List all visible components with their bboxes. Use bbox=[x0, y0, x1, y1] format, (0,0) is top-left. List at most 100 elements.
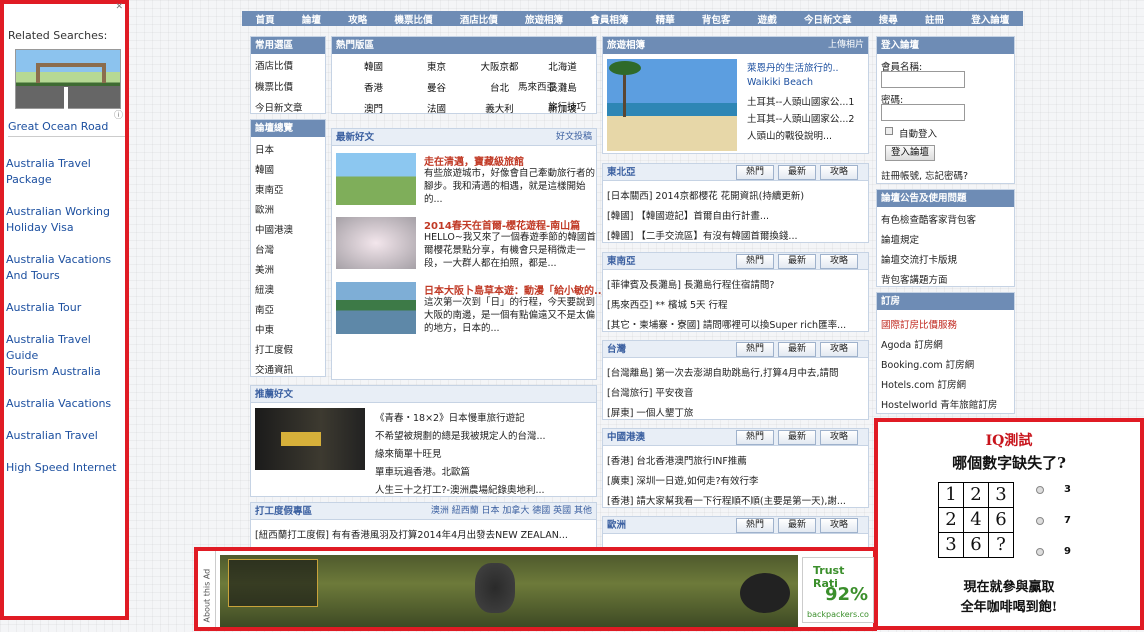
tab-latest[interactable]: 最新 bbox=[778, 518, 816, 533]
nav-item-hotels[interactable]: 酒店比價 bbox=[460, 12, 498, 26]
great-ocean-road-image[interactable] bbox=[15, 49, 121, 109]
tab-latest[interactable]: 最新 bbox=[778, 254, 816, 269]
search-link[interactable]: Australia Tour bbox=[6, 300, 124, 316]
nav-item-backpacker[interactable]: 背包客 bbox=[702, 12, 731, 26]
search-link[interactable]: Australian Working Holiday Visa bbox=[6, 204, 124, 236]
recommend-link[interactable]: 緣來簡單十旺見 bbox=[375, 446, 442, 460]
forum-link[interactable]: 中國港澳 bbox=[255, 222, 293, 236]
hot-link[interactable]: 曼谷 bbox=[405, 80, 468, 94]
search-link[interactable]: Australia Travel Package bbox=[6, 156, 124, 188]
password-input[interactable] bbox=[881, 104, 965, 121]
hotel-link[interactable]: Hostelworld 青年旅館訂房 bbox=[881, 397, 997, 411]
tab-guide[interactable]: 攻略 bbox=[820, 430, 858, 445]
hot-link[interactable]: 東京 bbox=[405, 59, 468, 73]
info-icon[interactable]: ⓘ bbox=[114, 108, 123, 121]
answer-radio[interactable] bbox=[1036, 517, 1044, 525]
article-title[interactable]: 走在清邁，寶藏級旅館 bbox=[424, 153, 524, 168]
nav-item-featured[interactable]: 精華 bbox=[656, 12, 675, 26]
album-link[interactable]: 萊恩丹的生活旅行的.. bbox=[747, 60, 839, 74]
album-link[interactable]: 土耳其--人頭山國家公...1 bbox=[747, 94, 854, 108]
iq-test-ad[interactable]: IQ測試 哪個數字缺失了? 1 2 3 2 4 6 3 6 ? 3 7 9 現在… bbox=[874, 418, 1144, 630]
tab-latest[interactable]: 最新 bbox=[778, 430, 816, 445]
tab-latest[interactable]: 最新 bbox=[778, 165, 816, 180]
tab-hot[interactable]: 熱門 bbox=[736, 430, 774, 445]
tab-guide[interactable]: 攻略 bbox=[820, 518, 858, 533]
nav-item-login[interactable]: 登入論壇 bbox=[971, 12, 1009, 26]
tab-guide[interactable]: 攻略 bbox=[820, 254, 858, 269]
tab-latest[interactable]: 最新 bbox=[778, 342, 816, 357]
about-ad-link[interactable]: About this Ad bbox=[203, 549, 212, 623]
forum-link[interactable]: 歐洲 bbox=[255, 202, 274, 216]
region-post[interactable]: [其它・柬埔寨・寮國] 請問哪裡可以換Super rich匯率... bbox=[607, 317, 846, 331]
recommend-link[interactable]: 不希望被規劃的總是我被規定人的台灣... bbox=[375, 428, 546, 442]
nav-item-new-posts[interactable]: 今日新文章 bbox=[804, 12, 852, 26]
forum-link[interactable]: 日本 bbox=[255, 142, 274, 156]
close-icon[interactable]: ✕ bbox=[115, 2, 123, 12]
hot-link[interactable]: 香港 bbox=[342, 80, 405, 94]
article-thumb[interactable] bbox=[336, 153, 416, 205]
forum-link[interactable]: 台灣 bbox=[255, 242, 274, 256]
hot-link[interactable]: 旅行技巧 bbox=[548, 99, 586, 113]
nav-item-guide[interactable]: 攻略 bbox=[348, 12, 367, 26]
article-thumb[interactable] bbox=[336, 282, 416, 334]
news-link[interactable]: 論壇交流打卡版規 bbox=[881, 252, 957, 266]
tab-guide[interactable]: 攻略 bbox=[820, 342, 858, 357]
nav-item-register[interactable]: 註冊 bbox=[925, 12, 944, 26]
remember-checkbox[interactable] bbox=[885, 127, 893, 135]
nav-item-travel-album[interactable]: 旅遊相簿 bbox=[525, 12, 563, 26]
hot-link[interactable]: 北海道 bbox=[531, 59, 594, 73]
hot-link[interactable]: 法國 bbox=[405, 101, 468, 115]
search-link[interactable]: Australia Travel Guide bbox=[6, 332, 124, 364]
nav-item-flights[interactable]: 機票比價 bbox=[394, 12, 432, 26]
tab-guide[interactable]: 攻略 bbox=[820, 165, 858, 180]
article-thumb[interactable] bbox=[336, 217, 416, 269]
game-banner-image[interactable] bbox=[220, 555, 798, 627]
album-link[interactable]: 土耳其--人頭山國家公...2 bbox=[747, 111, 854, 125]
region-post[interactable]: [台灣離島] 第一次去澎湖自助跳島行,打算4月中去,請問 bbox=[607, 365, 839, 379]
tab-hot[interactable]: 熱門 bbox=[736, 165, 774, 180]
hot-link[interactable]: 大阪京都 bbox=[468, 59, 531, 73]
hotel-link[interactable]: Agoda 訂房網 bbox=[881, 337, 943, 351]
tab-hot[interactable]: 熱門 bbox=[736, 518, 774, 533]
working-holiday-link[interactable]: [紐西蘭打工度假] 有有香港風羽及打算2014年4月出發去NEW ZEALAN.… bbox=[255, 527, 568, 541]
region-post[interactable]: [香港] 請大家幫我看一下行程順不順(主要是第一天),謝... bbox=[607, 493, 846, 507]
recommend-thumb[interactable] bbox=[255, 408, 365, 470]
username-input[interactable] bbox=[881, 71, 965, 88]
nav-item-games[interactable]: 遊戲 bbox=[758, 12, 777, 26]
answer-radio[interactable] bbox=[1036, 486, 1044, 494]
tab-hot[interactable]: 熱門 bbox=[736, 254, 774, 269]
nav-item-member-album[interactable]: 會員相簿 bbox=[590, 12, 628, 26]
hotel-compare-link[interactable]: 國際訂房比價服務 bbox=[881, 317, 957, 331]
recommend-link[interactable]: 人生三十之打工?-澳洲農場紀錄奧地利... bbox=[375, 482, 545, 496]
bottom-game-ad[interactable]: About this Ad Trust Rati 92% backpackers… bbox=[194, 547, 877, 631]
trust-rating-widget[interactable]: Trust Rati 92% backpackers.co bbox=[802, 557, 874, 623]
region-post[interactable]: [韓國] 【二手交流區】有沒有韓國首爾換錢... bbox=[607, 228, 798, 242]
nav-item-search[interactable]: 搜尋 bbox=[879, 12, 898, 26]
login-button[interactable]: 登入論壇 bbox=[885, 145, 935, 161]
forum-link[interactable]: 韓國 bbox=[255, 162, 274, 176]
tab-hot[interactable]: 熱門 bbox=[736, 342, 774, 357]
recommend-link[interactable]: 單車玩遍香港。北歐篇 bbox=[375, 464, 470, 478]
forum-link[interactable]: 交通資訊 bbox=[255, 362, 293, 376]
search-link[interactable]: High Speed Internet bbox=[6, 460, 124, 476]
hotel-link[interactable]: Hotels.com 訂房網 bbox=[881, 377, 966, 391]
forum-link[interactable]: 南亞 bbox=[255, 302, 274, 316]
nav-item-forum[interactable]: 論壇 bbox=[302, 12, 321, 26]
recommend-link[interactable]: 《青春・18×2》日本慢車旅行遊記 bbox=[375, 410, 525, 424]
region-post[interactable]: [馬來西亞] ** 檳城 5天 行程 bbox=[607, 297, 728, 311]
submit-article-link[interactable]: 好文投稿 bbox=[556, 129, 592, 146]
region-post[interactable]: [菲律賓及長灘島] 長灘島行程住宿請問? bbox=[607, 277, 774, 291]
answer-radio[interactable] bbox=[1036, 548, 1044, 556]
news-link[interactable]: 論壇規定 bbox=[881, 232, 919, 246]
image-caption-link[interactable]: Great Ocean Road bbox=[8, 120, 108, 133]
beach-photo[interactable] bbox=[607, 59, 737, 151]
common-link[interactable]: 今日新文章 bbox=[255, 100, 303, 114]
common-link[interactable]: 機票比價 bbox=[255, 79, 293, 93]
search-link[interactable]: Australian Travel bbox=[6, 428, 124, 444]
region-post[interactable]: [日本關西] 2014京都櫻花 花開資訊(持續更新) bbox=[607, 188, 804, 202]
hot-link[interactable]: 馬來西亞 bbox=[518, 79, 556, 93]
search-link[interactable]: Australia Vacations bbox=[6, 396, 124, 412]
news-link[interactable]: 有色檢查酷客家背包客 bbox=[881, 212, 976, 226]
common-link[interactable]: 酒店比價 bbox=[255, 58, 293, 72]
forgot-password-link[interactable]: 註冊帳號, 忘記密碼? bbox=[881, 168, 968, 182]
